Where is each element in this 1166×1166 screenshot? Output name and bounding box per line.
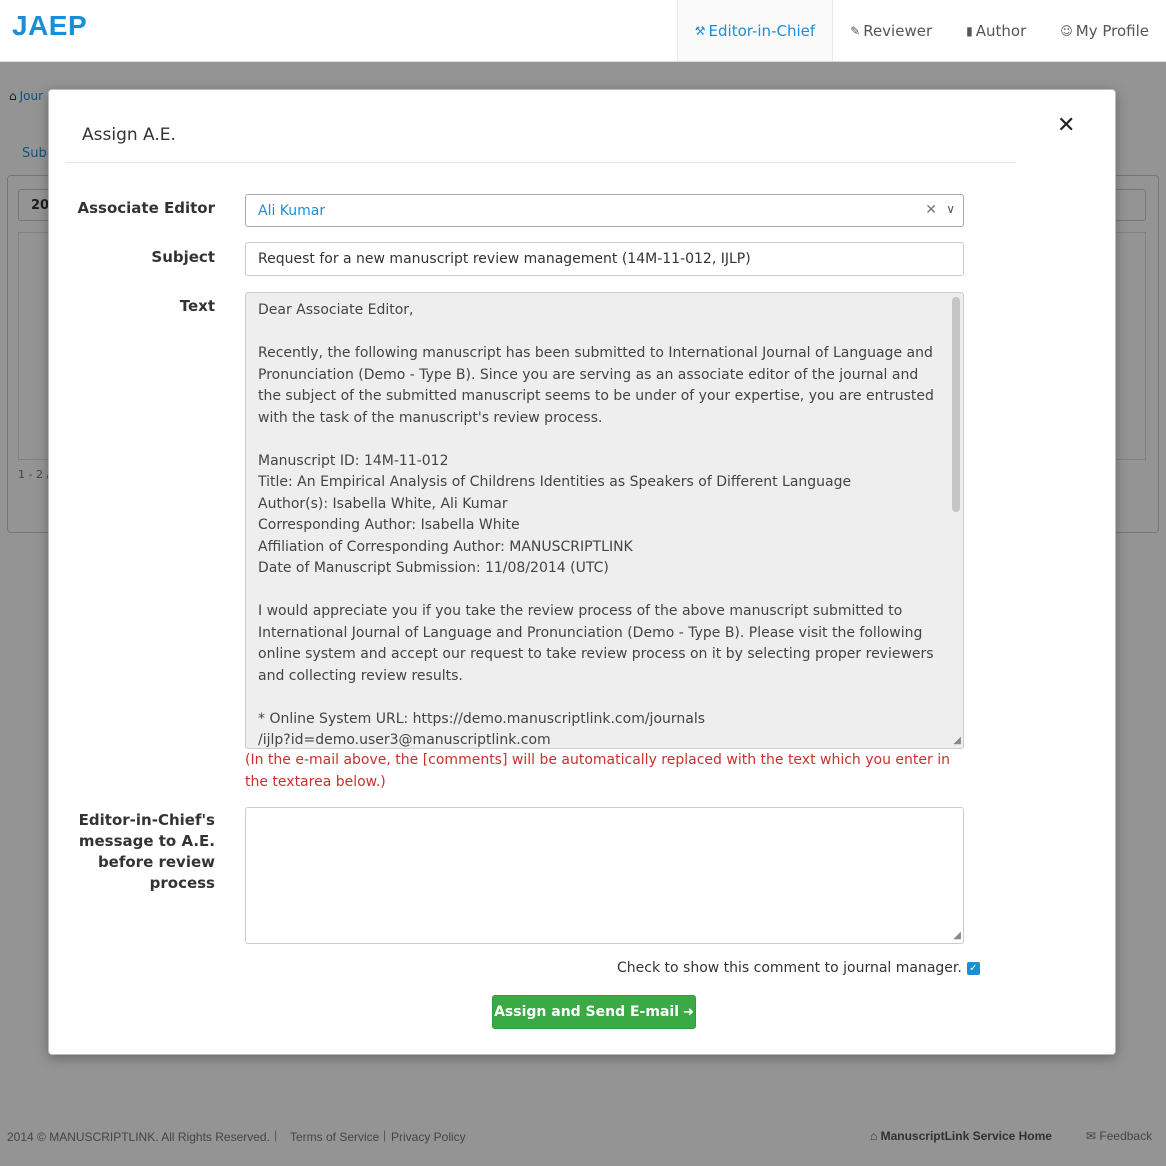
- nav-label: My Profile: [1075, 21, 1149, 40]
- assign-send-button[interactable]: Assign and Send E-mail ➜: [492, 995, 696, 1029]
- button-label: Assign and Send E-mail: [494, 1004, 679, 1020]
- subject-label: Subject: [151, 248, 215, 266]
- resize-handle-icon[interactable]: ◢: [953, 736, 961, 746]
- checkbox-label: Check to show this comment to journal ma…: [617, 960, 962, 976]
- gavel-icon: ⚒: [694, 23, 706, 38]
- main-nav: ⚒ Editor-in-Chief ✎ Reviewer ▮ Author ☺ …: [676, 0, 1166, 61]
- modal-title: Assign A.E.: [82, 125, 176, 145]
- message-label: Editor-in-Chief's message to A.E. before…: [78, 811, 215, 892]
- email-text-area[interactable]: Dear Associate Editor, Recently, the fol…: [245, 292, 964, 749]
- book-icon: ▮: [966, 23, 973, 38]
- email-text-content: Dear Associate Editor, Recently, the fol…: [258, 302, 934, 748]
- associate-editor-select[interactable]: Ali Kumar ✕ ∨: [245, 194, 964, 227]
- nav-label: Reviewer: [863, 21, 933, 40]
- clear-icon[interactable]: ✕: [925, 202, 937, 218]
- chevron-down-icon[interactable]: ∨: [946, 202, 955, 216]
- nav-author[interactable]: ▮ Author: [949, 0, 1043, 61]
- message-textarea[interactable]: ◢: [245, 807, 964, 944]
- text-label: Text: [179, 297, 215, 315]
- show-to-manager-checkbox[interactable]: ✓: [966, 961, 980, 975]
- resize-handle-icon[interactable]: ◢: [953, 931, 961, 941]
- nav-reviewer[interactable]: ✎ Reviewer: [833, 0, 949, 61]
- associate-editor-value: Ali Kumar: [258, 203, 326, 219]
- modal-divider: [66, 162, 1016, 163]
- edit-icon: ✎: [850, 23, 861, 38]
- brand-logo[interactable]: JAEP: [12, 10, 87, 42]
- close-icon[interactable]: ✕: [1057, 114, 1075, 138]
- user-icon: ☺: [1060, 23, 1073, 38]
- scrollbar[interactable]: [952, 297, 960, 512]
- nav-my-profile[interactable]: ☺ My Profile: [1043, 0, 1166, 61]
- nav-editor-in-chief[interactable]: ⚒ Editor-in-Chief: [676, 0, 834, 61]
- subject-input[interactable]: Request for a new manuscript review mana…: [245, 242, 964, 276]
- nav-label: Author: [975, 21, 1027, 40]
- help-text: (In the e-mail above, the [comments] wil…: [245, 752, 950, 790]
- arrow-circle-right-icon: ➜: [683, 1004, 694, 1020]
- top-navbar: JAEP ⚒ Editor-in-Chief ✎ Reviewer ▮ Auth…: [0, 0, 1166, 62]
- assign-ae-modal: Assign A.E. ✕ Associate Editor Ali Kumar…: [48, 89, 1116, 1055]
- show-to-manager-row: Check to show this comment to journal ma…: [617, 960, 980, 976]
- nav-label: Editor-in-Chief: [708, 21, 816, 40]
- associate-editor-label: Associate Editor: [77, 199, 216, 217]
